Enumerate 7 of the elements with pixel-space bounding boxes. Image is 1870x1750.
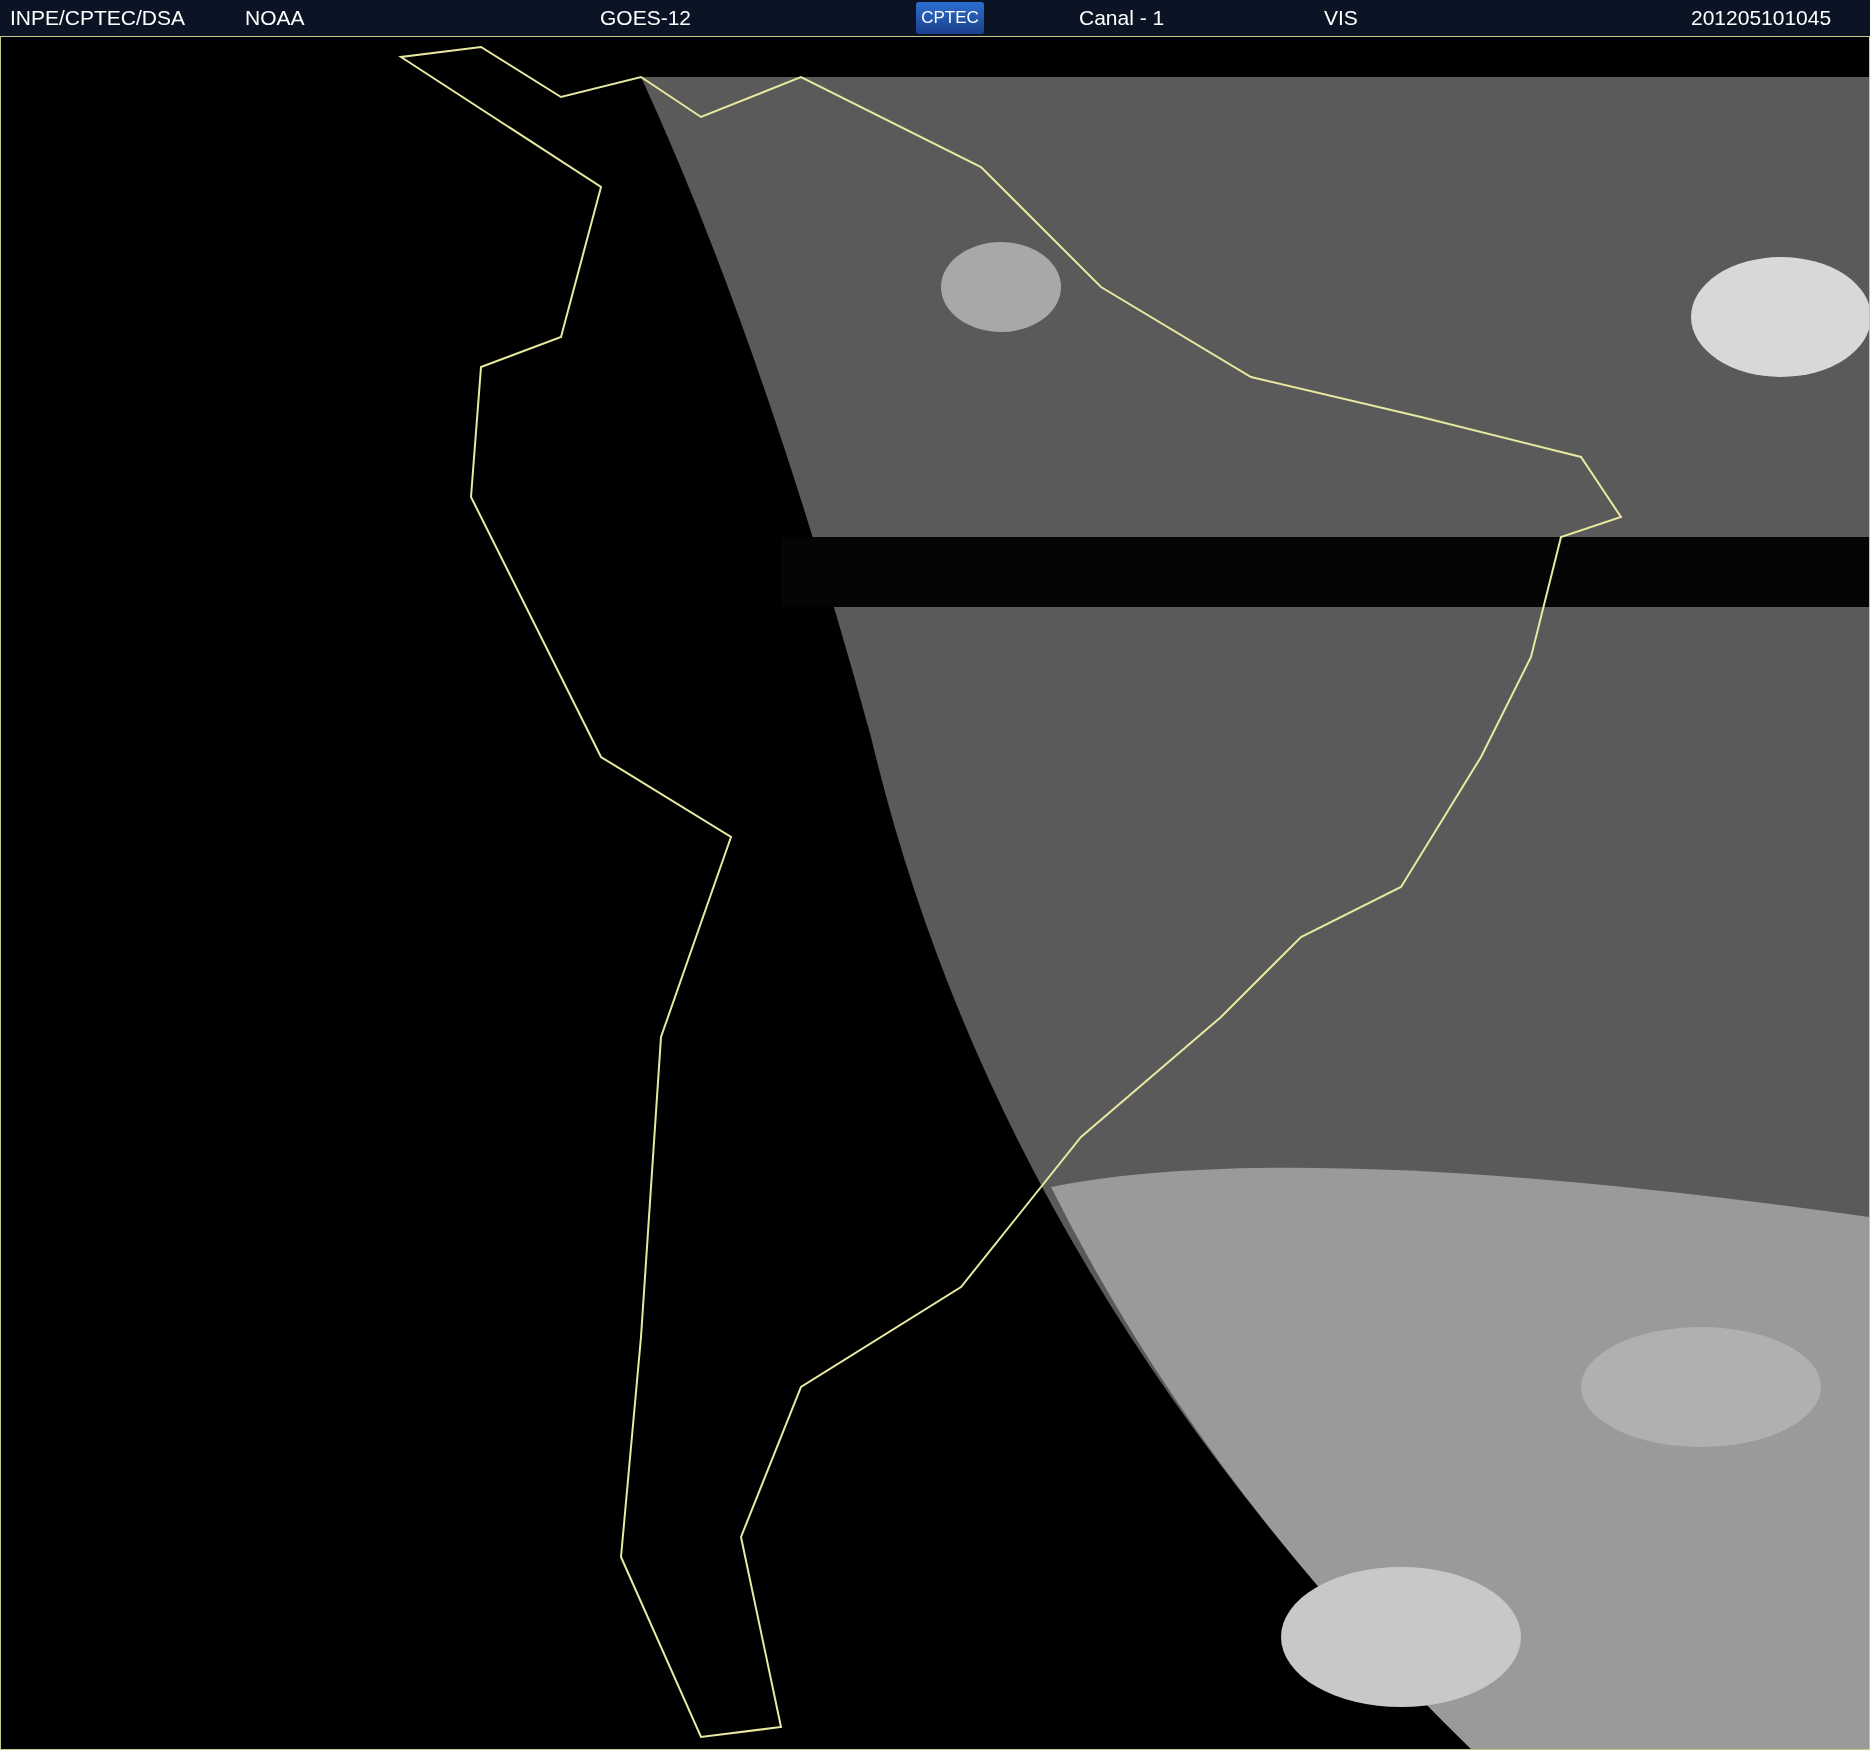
header-label: GOES-12 <box>600 6 692 30</box>
header-label: Canal - 1 <box>1079 6 1165 30</box>
logo: CPTEC <box>916 2 984 34</box>
header-label: VIS <box>1324 6 1358 30</box>
header-label: INPE/CPTEC/DSA <box>10 6 186 30</box>
header-label: 201205101045 <box>1691 6 1832 30</box>
header-label: NOAA <box>245 6 305 30</box>
